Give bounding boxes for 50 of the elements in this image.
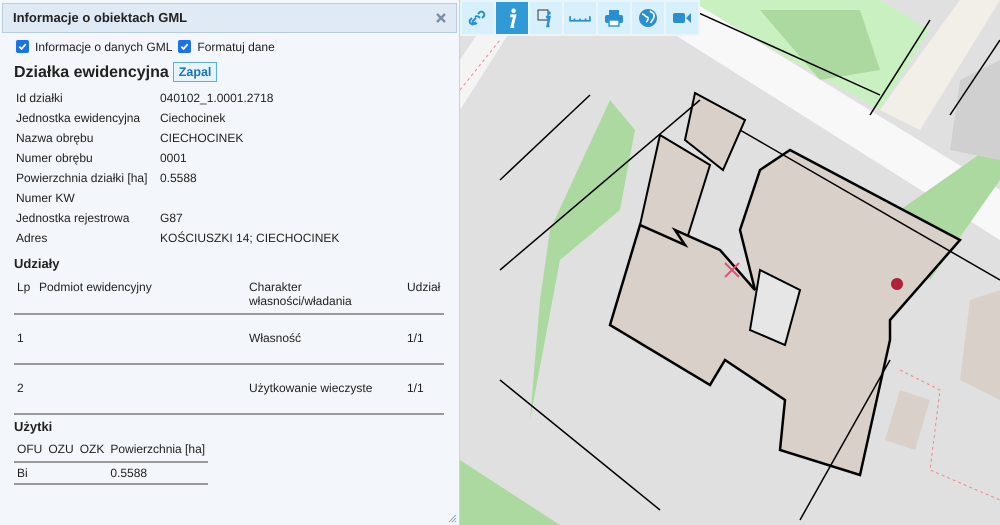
table-cell: 1/1: [404, 364, 444, 414]
column-header: OFU: [14, 438, 46, 462]
column-header: OZU: [45, 438, 77, 462]
column-header: Charakter własności/władania: [246, 276, 404, 314]
table-cell: 1/1: [404, 314, 444, 364]
column-header: Podmiot ewidencyjny: [36, 276, 246, 314]
column-header: OZK: [76, 438, 108, 462]
field-label: Numer KW: [16, 191, 76, 206]
link-button[interactable]: [462, 2, 494, 34]
table-cell: 0.5588: [107, 462, 208, 484]
link-icon: [468, 8, 488, 28]
field-value: KOŚCIUSZKI 14; CIECHOCINEK: [160, 231, 340, 246]
printer-button[interactable]: [598, 2, 630, 34]
table-cell: Bi: [14, 462, 46, 484]
table-cell: Własność: [246, 314, 404, 364]
section-heading: Działka ewidencyjna: [14, 62, 169, 82]
table-cell: Użytkowanie wieczyste: [246, 364, 404, 414]
field-value: 040102_1.0001.2718: [160, 91, 274, 106]
resize-grip-icon[interactable]: [448, 514, 457, 523]
video-camera-button[interactable]: [666, 2, 698, 34]
info-page-button[interactable]: [530, 2, 562, 34]
field-label: Nazwa obrębu: [16, 131, 94, 146]
field-value: 0.5588: [160, 171, 197, 186]
field-label: Jednostka ewidencyjna: [16, 111, 142, 126]
column-header: Udział: [404, 276, 444, 314]
column-header: Powierzchnia [ha]: [107, 438, 208, 462]
close-icon[interactable]: [436, 12, 446, 23]
checkbox[interactable]: [178, 40, 192, 54]
highlight-button[interactable]: Zapal: [172, 62, 218, 82]
field-value: Ciechocinek: [160, 111, 226, 126]
table-cell: 1: [14, 314, 36, 364]
field-value: CIECHOCINEK: [160, 131, 244, 146]
section-heading: Udziały: [13, 255, 61, 274]
printer-icon: [604, 8, 624, 28]
field-label: Adres: [16, 231, 48, 246]
field-value: 0001: [160, 151, 187, 166]
checkbox-label: Informacje o danych GML: [35, 40, 172, 54]
panel-title: Informacje o obiektach GML: [13, 10, 188, 26]
info-icon: [508, 8, 516, 28]
field-label: Id działki: [16, 91, 64, 106]
column-header: Lp: [14, 276, 36, 314]
checkbox-label: Formatuj dane: [197, 40, 275, 54]
field-value: G87: [160, 211, 183, 226]
table-cell: 2: [14, 364, 36, 414]
checkbox[interactable]: [16, 40, 29, 54]
field-label: Numer obrębu: [16, 151, 94, 166]
ruler-icon: [569, 14, 591, 22]
field-label: Powierzchnia działki [ha]: [16, 171, 148, 186]
section-heading: Użytki: [13, 418, 54, 436]
field-label: Jednostka rejestrowa: [16, 211, 130, 226]
